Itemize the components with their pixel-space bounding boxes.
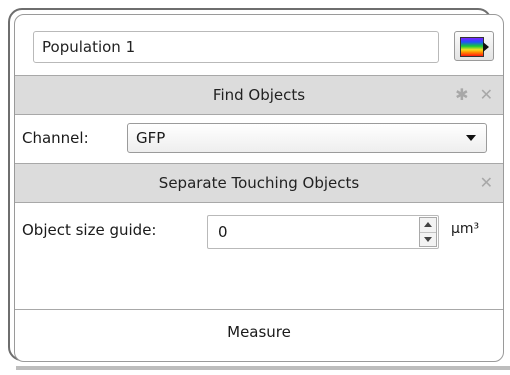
caret-right-icon [483,42,489,52]
object-size-label: Object size guide: [22,221,157,239]
measure-section[interactable]: Measure [15,309,503,361]
separate-touching-header-icons: ✕ [474,164,493,202]
population-name-input[interactable] [33,31,439,63]
object-size-value: 0 [218,223,228,241]
channel-select-value: GFP [136,129,166,147]
channel-row: Channel: GFP [15,115,503,163]
population-name-row [15,15,503,75]
object-size-input[interactable]: 0 [207,215,439,249]
object-size-row: Object size guide: 0 µm³ [15,203,503,259]
population-panel-inner: Find Objects ✱ ✕ Channel: GFP Separate T… [14,14,504,362]
color-palette-icon [460,37,484,57]
separate-touching-header[interactable]: Separate Touching Objects ✕ [15,163,503,203]
channel-select[interactable]: GFP [127,123,487,153]
find-objects-title: Find Objects [212,86,306,104]
color-picker-button[interactable] [454,31,494,61]
spin-down-button[interactable] [420,233,436,247]
object-size-unit: µm³ [451,221,480,237]
find-objects-header[interactable]: Find Objects ✱ ✕ [15,75,503,115]
object-size-spinner [419,217,437,247]
close-icon[interactable]: ✕ [480,173,493,192]
find-objects-header-icons: ✱ ✕ [449,76,493,114]
gear-icon[interactable]: ✱ [455,85,468,104]
measure-title: Measure [227,323,291,341]
channel-label: Channel: [22,129,89,147]
chevron-down-icon [466,135,476,141]
spin-up-button[interactable] [420,218,436,233]
panel-bottom-divider [16,366,510,370]
separate-touching-title: Separate Touching Objects [158,174,360,192]
close-icon[interactable]: ✕ [480,85,493,104]
